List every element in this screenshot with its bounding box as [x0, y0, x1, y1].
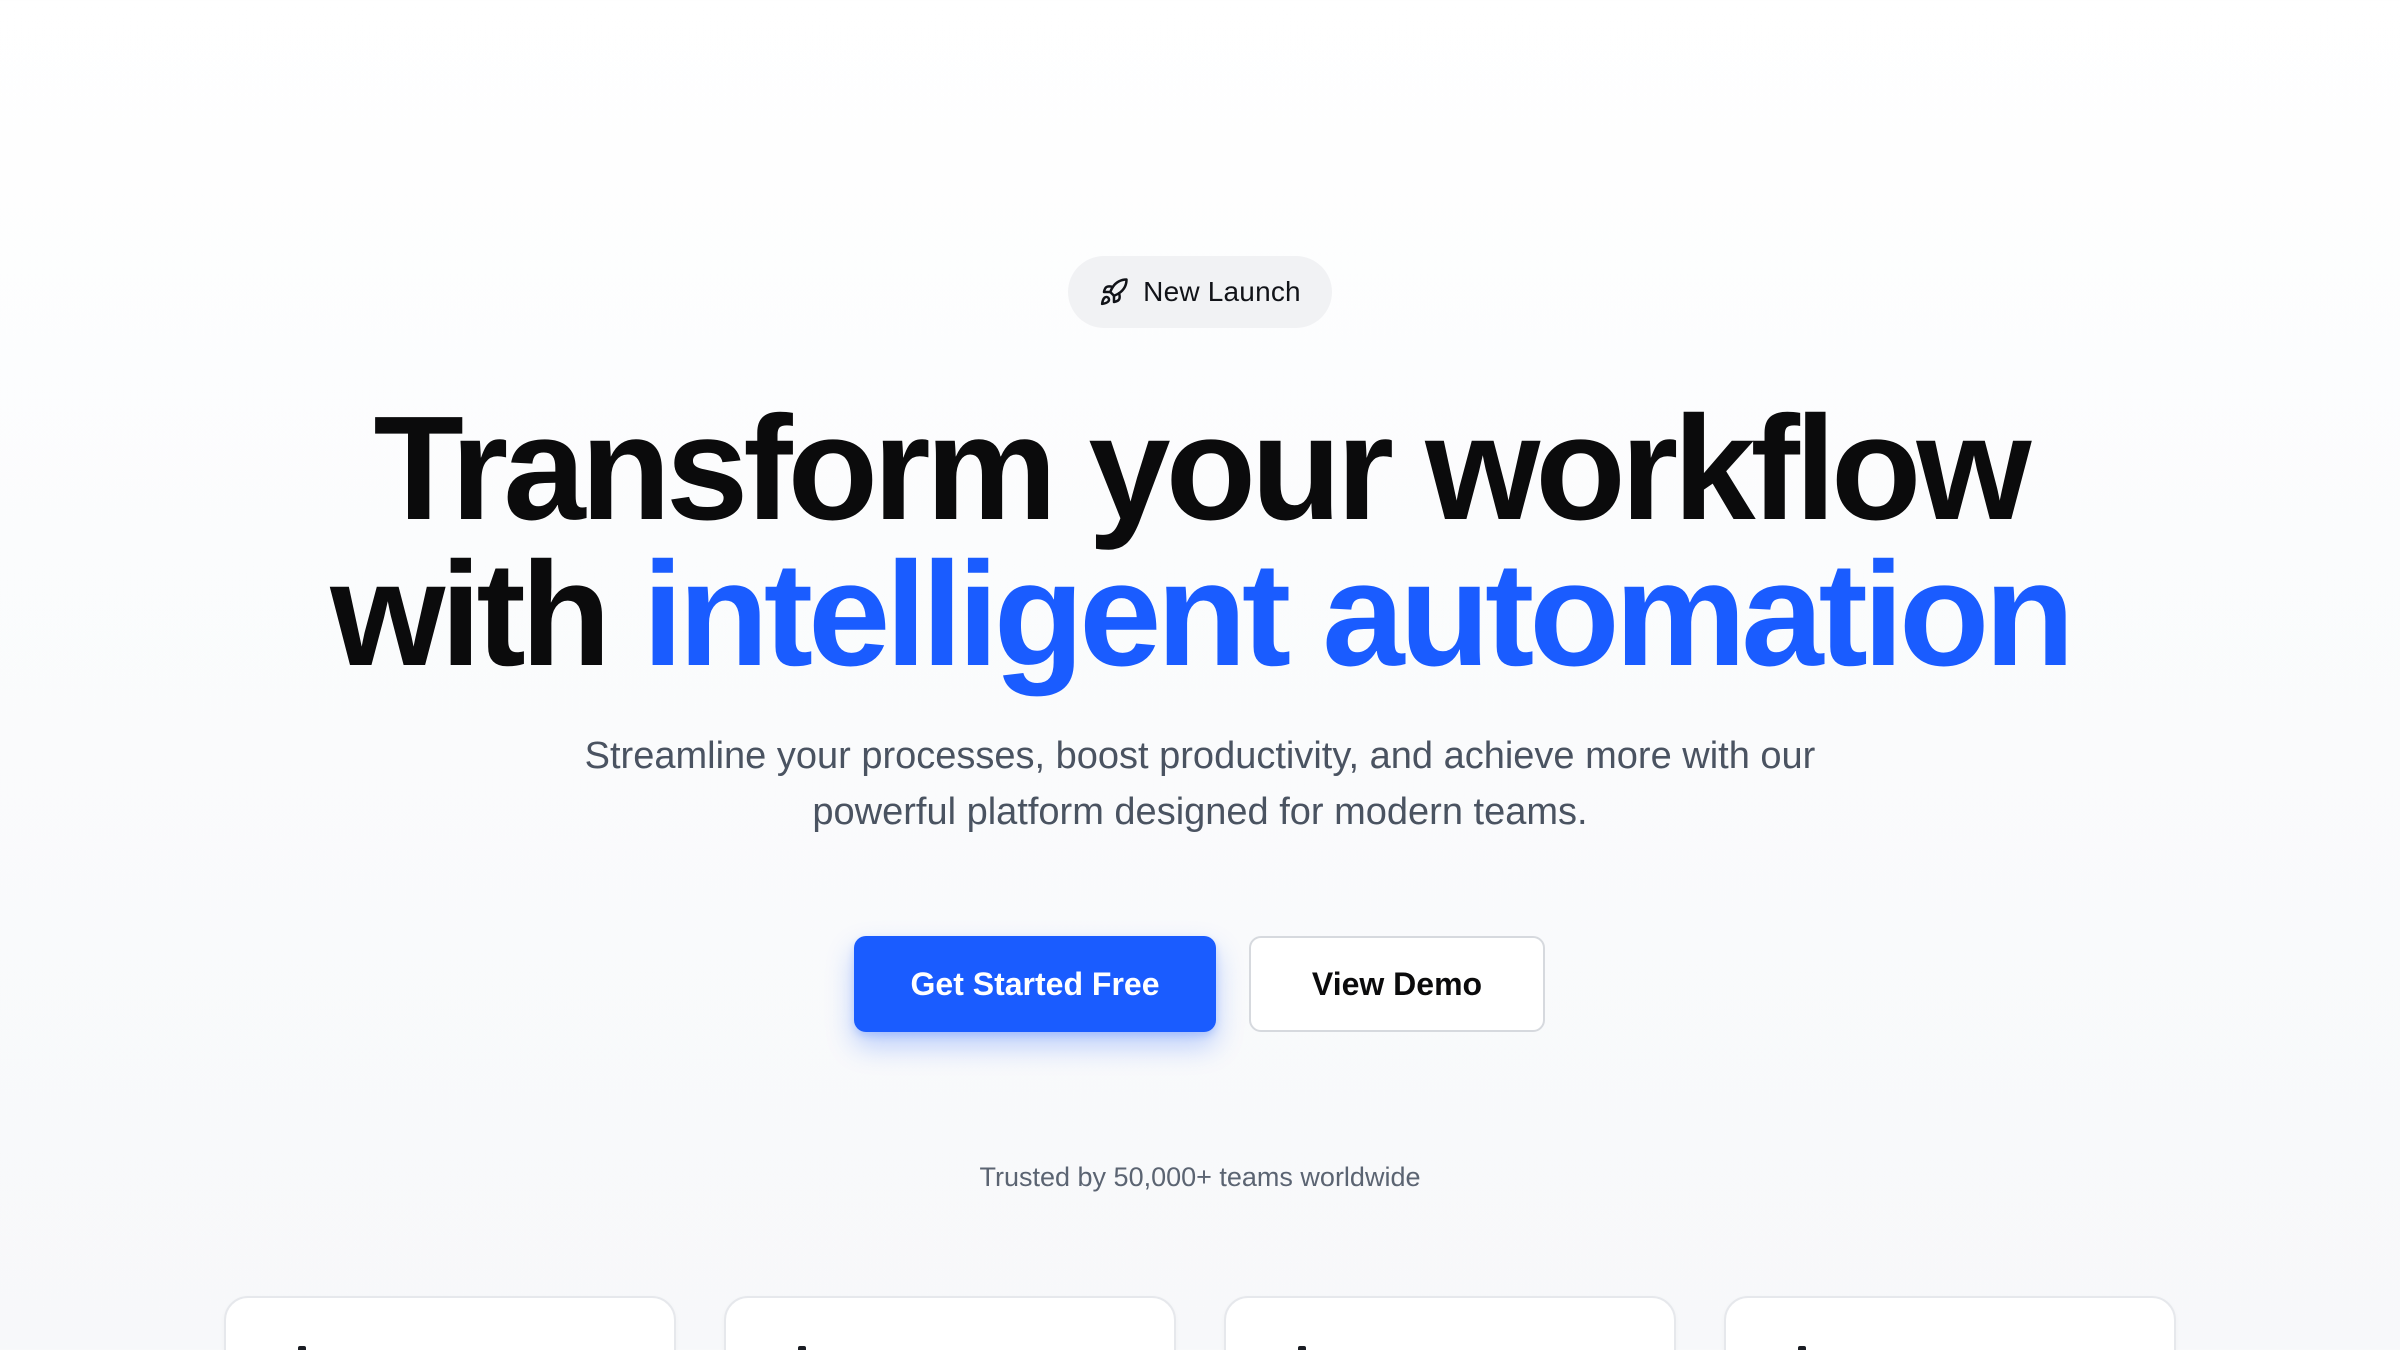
feature-card-icon [1798, 1346, 1806, 1350]
new-launch-badge: New Launch [1068, 256, 1332, 328]
subtitle-line-1: Streamline your processes, boost product… [584, 735, 1816, 777]
hero-section: New Launch Transform your workflow with … [0, 0, 2400, 1350]
feature-card-icon [298, 1346, 306, 1350]
subtitle-line-2: powerful platform designed for modern te… [812, 791, 1588, 833]
rocket-icon [1099, 277, 1129, 307]
feature-card-icon [1298, 1346, 1306, 1350]
feature-card[interactable] [1724, 1296, 2176, 1350]
feature-card[interactable] [1224, 1296, 1676, 1350]
feature-cards [224, 1296, 2176, 1350]
get-started-button[interactable]: Get Started Free [854, 936, 1216, 1032]
headline-line-2: with intelligent automation [0, 541, 2400, 689]
headline-line-1: Transform your workflow [373, 386, 2031, 551]
feature-card[interactable] [724, 1296, 1176, 1350]
feature-card-icon [798, 1346, 806, 1350]
social-proof-text: Trusted by 50,000+ teams worldwide [979, 1162, 1421, 1192]
hero-subtitle: Streamline your processes, boost product… [400, 728, 2000, 840]
feature-card[interactable] [224, 1296, 676, 1350]
view-demo-button[interactable]: View Demo [1249, 936, 1545, 1032]
headline-accent: intelligent automation [642, 532, 2075, 697]
page-title: Transform your workflow with intelligent… [0, 386, 2400, 689]
headline-plain: with [330, 532, 643, 697]
badge-label: New Launch [1143, 276, 1301, 307]
